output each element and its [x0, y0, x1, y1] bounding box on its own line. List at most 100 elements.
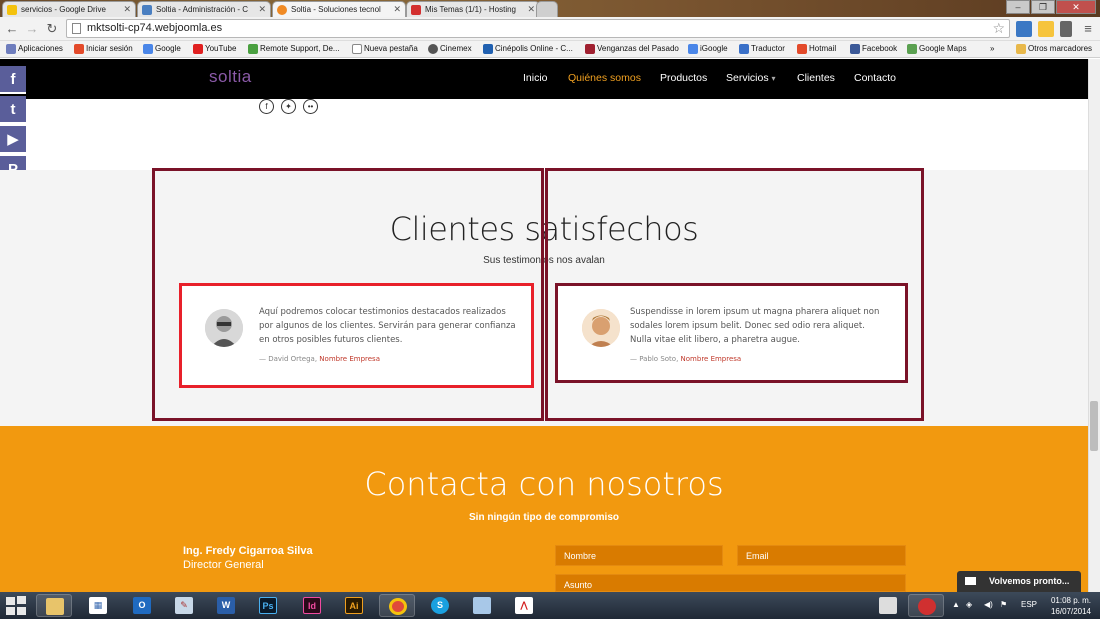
nav-contacto[interactable]: Contacto	[854, 72, 896, 84]
nav-inicio[interactable]: Inicio	[523, 72, 548, 84]
cinemex-icon	[428, 44, 438, 54]
bookmark-traductor[interactable]: Traductor	[739, 43, 785, 55]
bookmark-hotmail[interactable]: Hotmail	[797, 43, 836, 55]
close-tab-icon[interactable]: ✕	[393, 4, 401, 15]
language-indicator[interactable]: ESP	[1021, 600, 1037, 609]
nav-servicios[interactable]: Servicios ▾	[726, 72, 776, 84]
page-scrollbar[interactable]	[1088, 59, 1100, 592]
bookmark-igoogle[interactable]: iGoogle	[688, 43, 728, 55]
apps-grid-icon	[6, 44, 16, 54]
twitter-share-icon[interactable]: t	[0, 96, 26, 124]
tab-soltia-admin[interactable]: Soltia - Administración - C ✕	[137, 1, 271, 17]
close-tab-icon[interactable]: ✕	[527, 4, 535, 15]
bookmark-youtube[interactable]: YouTube	[193, 43, 236, 55]
tab-title: Mis Temas (1/1) - Hosting	[425, 5, 516, 14]
tab-title: Soltia - Administración - C	[156, 5, 249, 14]
tab-google-drive[interactable]: servicios - Google Drive ✕	[2, 1, 136, 17]
bookmark-apps[interactable]: Aplicaciones	[6, 43, 63, 55]
keep-extension-icon[interactable]	[1038, 21, 1054, 37]
bookmark-remote-support[interactable]: Remote Support, De...	[248, 43, 340, 55]
page-icon	[352, 44, 362, 54]
reload-button[interactable]: ↻	[44, 21, 60, 37]
window-controls: – ❐ ✕	[1006, 0, 1096, 14]
word-icon: W	[217, 597, 235, 614]
new-tab-button[interactable]	[536, 1, 558, 17]
forward-button[interactable]: →	[24, 21, 40, 37]
flickr-icon[interactable]: ••	[303, 99, 318, 114]
address-bar[interactable]: mktsolti-cp74.webjoomla.es ☆	[66, 19, 1010, 38]
chat-label: Volvemos pronto...	[989, 576, 1070, 586]
bookmark-star-icon[interactable]: ☆	[992, 20, 1005, 37]
nav-clientes[interactable]: Clientes	[797, 72, 835, 84]
network-icon[interactable]: ◈	[966, 600, 972, 609]
taskbar-paint[interactable]: ✎	[166, 594, 202, 617]
bookmark-google-maps[interactable]: Google Maps	[907, 43, 967, 55]
scrollbar-thumb[interactable]	[1090, 401, 1098, 451]
chat-widget[interactable]: Volvemos pronto...	[957, 571, 1081, 592]
close-tab-icon[interactable]: ✕	[258, 4, 266, 15]
taskbar-apps[interactable]: ▦	[80, 594, 116, 617]
bookmark-venganzas[interactable]: Venganzas del Pasado	[585, 43, 679, 55]
tab-soltia-soluciones[interactable]: Soltia - Soluciones tecnol ✕	[272, 1, 406, 17]
name-field[interactable]: Nombre	[555, 545, 723, 566]
taskbar-skype[interactable]: S	[422, 594, 458, 617]
taskbar-chrome[interactable]	[379, 594, 415, 617]
clock-time: 01:08 p. m.	[1050, 596, 1092, 605]
footer-social-icons: f ✦ ••	[259, 99, 318, 114]
facebook-icon[interactable]: f	[259, 99, 274, 114]
browser-toolbar: ← → ↻ mktsolti-cp74.webjoomla.es ☆ ≡	[0, 17, 1100, 41]
translate-icon	[739, 44, 749, 54]
nav-quienes-somos[interactable]: Quiénes somos	[568, 72, 641, 84]
taskbar-indesign[interactable]: Id	[294, 594, 330, 617]
taskbar-photoshop[interactable]: Ps	[250, 594, 286, 617]
bookmark-other[interactable]: Otros marcadores	[1016, 43, 1092, 55]
bookmarks-overflow[interactable]: »	[990, 43, 994, 55]
twitter-icon[interactable]: ✦	[281, 99, 296, 114]
cinepolis-icon	[483, 44, 493, 54]
keyboard-icon[interactable]	[870, 594, 906, 617]
bookmark-login[interactable]: Iniciar sesión	[74, 43, 133, 55]
tray-expand-icon[interactable]: ▲	[952, 600, 960, 609]
volume-icon[interactable]: ◀)	[984, 600, 993, 609]
venganzas-icon	[585, 44, 595, 54]
taskbar-tray-app[interactable]	[908, 594, 944, 617]
bookmark-cinepolis[interactable]: Cinépolis Online - C...	[483, 43, 573, 55]
site-logo[interactable]: soltia	[209, 67, 252, 87]
bookmark-new-tab[interactable]: Nueva pestaña	[352, 43, 418, 55]
bookmark-cinemex[interactable]: Cinemex	[428, 43, 472, 55]
taskbar-outlook[interactable]: O	[124, 594, 160, 617]
back-button[interactable]: ←	[4, 21, 20, 37]
close-window-button[interactable]: ✕	[1056, 0, 1096, 14]
google-icon	[143, 44, 153, 54]
folder-icon	[46, 598, 64, 615]
subject-field[interactable]: Asunto	[555, 574, 906, 592]
taskbar-explorer[interactable]	[36, 594, 72, 617]
tab-mis-temas[interactable]: Mis Temas (1/1) - Hosting ✕	[406, 1, 540, 17]
taskbar-word[interactable]: W	[208, 594, 244, 617]
paint-icon: ✎	[175, 597, 193, 614]
taskbar-notes[interactable]	[464, 594, 500, 617]
nav-productos[interactable]: Productos	[660, 72, 707, 84]
extension-icon[interactable]	[1016, 21, 1032, 37]
facebook-share-icon[interactable]: f	[0, 66, 26, 94]
youtube-share-icon[interactable]: ▶	[0, 126, 26, 154]
taskbar-acrobat[interactable]: ⋀	[506, 594, 542, 617]
pen-extension-icon[interactable]	[1060, 21, 1072, 37]
tab-title: Soltia - Soluciones tecnol	[291, 5, 381, 14]
maximize-button[interactable]: ❐	[1031, 0, 1055, 14]
bookmark-google[interactable]: Google	[143, 43, 181, 55]
taskbar-illustrator[interactable]: Ai	[336, 594, 372, 617]
email-field[interactable]: Email	[737, 545, 906, 566]
bookmark-facebook[interactable]: Facebook	[850, 43, 897, 55]
start-button[interactable]	[6, 596, 28, 616]
menu-icon[interactable]: ≡	[1080, 21, 1096, 37]
close-tab-icon[interactable]: ✕	[123, 4, 131, 15]
folder-icon	[1016, 44, 1026, 54]
pdf-icon: ⋀	[515, 597, 533, 614]
action-center-icon[interactable]: ⚑	[1000, 600, 1007, 609]
minimize-button[interactable]: –	[1006, 0, 1030, 14]
indesign-icon: Id	[303, 597, 321, 614]
contact-person-name: Ing. Fredy Cigarroa Silva	[183, 545, 313, 557]
contact-section	[0, 426, 1088, 592]
system-clock[interactable]: 01:08 p. m. 16/07/2014	[1044, 595, 1098, 617]
